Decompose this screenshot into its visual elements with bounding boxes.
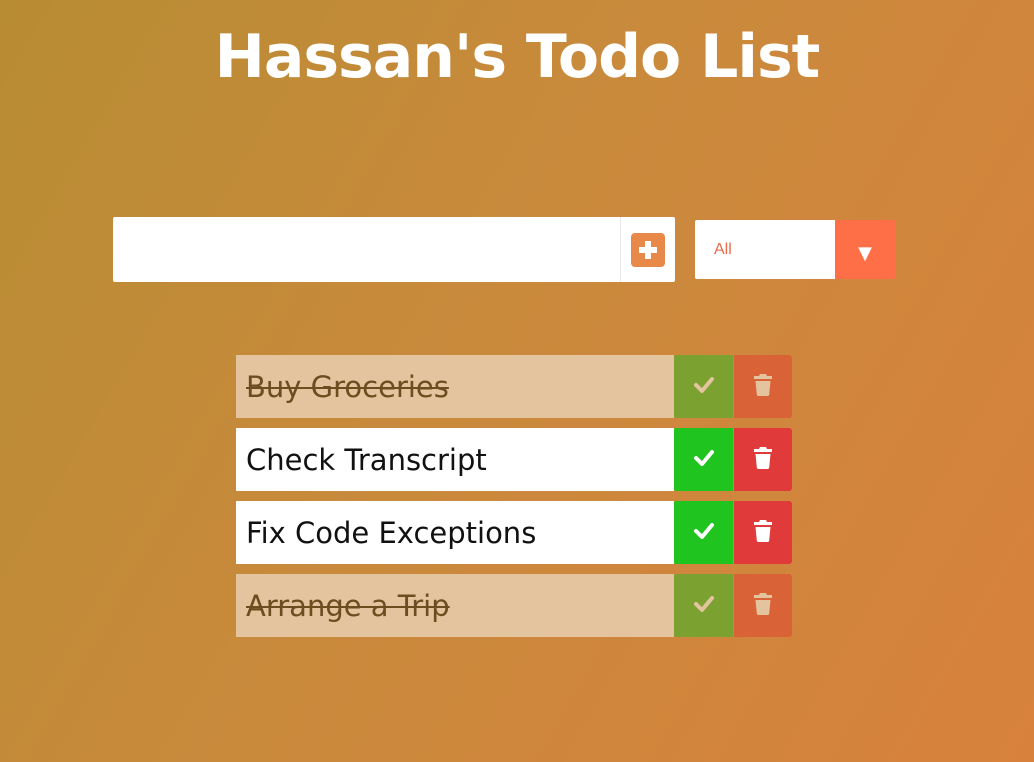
add-todo-button[interactable]	[620, 217, 675, 282]
delete-button[interactable]	[734, 355, 792, 418]
complete-button[interactable]	[674, 574, 734, 637]
delete-button[interactable]	[734, 428, 792, 491]
trash-icon	[754, 520, 773, 545]
todo-item: Check Transcript	[236, 428, 792, 491]
filter-selected-value: All	[695, 220, 835, 279]
todo-text: Arrange a Trip	[236, 574, 675, 637]
delete-button[interactable]	[734, 501, 792, 564]
check-icon	[693, 376, 715, 397]
complete-button[interactable]	[674, 501, 734, 564]
todo-list: Buy Groceries Check Transcript Fix Code …	[236, 355, 792, 647]
complete-button[interactable]	[674, 355, 734, 418]
check-icon	[693, 522, 715, 543]
complete-button[interactable]	[674, 428, 734, 491]
todo-text: Check Transcript	[236, 428, 675, 491]
check-icon	[693, 449, 715, 470]
delete-button[interactable]	[734, 574, 792, 637]
todo-text: Buy Groceries	[236, 355, 675, 418]
trash-icon	[754, 447, 773, 472]
todo-item: Buy Groceries	[236, 355, 792, 418]
plus-square-icon	[631, 232, 665, 267]
todo-text: Fix Code Exceptions	[236, 501, 675, 564]
todo-input[interactable]	[113, 217, 620, 282]
todo-form	[113, 217, 675, 282]
trash-icon	[754, 374, 773, 399]
caret-down-icon[interactable]: ▼	[835, 220, 895, 279]
filter-select[interactable]: All ▼	[695, 220, 895, 279]
page-title: Hassan's Todo List	[214, 22, 821, 92]
trash-icon	[754, 593, 773, 618]
todo-item: Fix Code Exceptions	[236, 501, 792, 564]
check-icon	[693, 595, 715, 616]
todo-item: Arrange a Trip	[236, 574, 792, 637]
